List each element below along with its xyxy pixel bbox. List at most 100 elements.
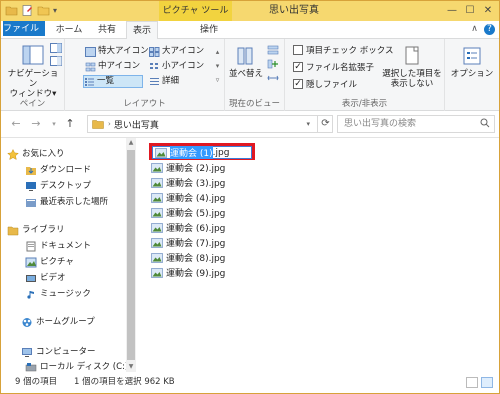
small-icons-icon <box>150 62 158 69</box>
nav-videos-label: ビデオ <box>40 273 66 283</box>
list-item[interactable]: 運動会 (9).jpg <box>151 265 225 280</box>
tab-home[interactable]: ホーム <box>49 21 89 39</box>
address-dropdown-icon[interactable]: ▾ <box>306 120 310 128</box>
group-options: オプション <box>445 39 499 111</box>
address-bar-row: ← → ▾ ↑ › 思い出写真 ▾ ⟳ 思い出写真の検索 <box>1 111 499 138</box>
breadcrumb-separator-icon[interactable]: › <box>108 120 111 128</box>
refresh-icon[interactable]: ⟳ <box>317 115 333 133</box>
folder-icon[interactable] <box>5 4 18 17</box>
layout-extra-large-icons[interactable]: 特大アイコン <box>85 45 149 58</box>
sort-by-label: 並べ替え <box>229 69 264 79</box>
file-extensions-checkbox[interactable]: ✓ <box>293 62 303 72</box>
group-layout-label: レイアウト <box>123 99 166 109</box>
layout-list[interactable]: 一覧 <box>83 75 143 88</box>
rename-selected-text: 運動会 (1) <box>170 146 213 159</box>
nav-pane-scrollbar[interactable]: ▲ ▼ <box>126 138 136 372</box>
preview-pane-icon[interactable] <box>50 43 62 53</box>
file-name: 運動会 (5).jpg <box>166 209 226 219</box>
layout-details-label: 詳細 <box>162 76 180 86</box>
list-item[interactable]: 運動会 (3).jpg <box>151 175 225 190</box>
extra-large-icons-icon <box>85 46 96 57</box>
quick-access-toolbar: ▾ <box>5 4 66 17</box>
group-layout: 特大アイコン 大アイコン 中アイコン 小アイコン 一覧 詳細 ▴ ▾ ▿ レイア… <box>65 39 225 111</box>
navigation-pane: お気に入り ダウンロード デスクトップ 最近表示した場所 ライブラリ ドキュメン… <box>1 138 136 372</box>
details-view-toggle-icon[interactable] <box>466 377 478 388</box>
list-item[interactable]: 運動会 (4).jpg <box>151 190 225 205</box>
large-icons-toggle-icon[interactable] <box>481 377 493 388</box>
pictures-icon <box>25 257 37 267</box>
libraries-icon <box>7 226 19 235</box>
tab-share[interactable]: 共有 <box>91 21 123 39</box>
tab-view[interactable]: 表示 <box>126 21 158 40</box>
list-item[interactable]: 運動会 (8).jpg <box>151 250 225 265</box>
breadcrumb-current[interactable]: 思い出写真 <box>114 118 159 131</box>
search-placeholder: 思い出写真の検索 <box>344 119 417 129</box>
rename-input[interactable]: 運動会 (1) .jpg <box>152 146 252 159</box>
back-arrow-icon[interactable]: ← <box>9 117 23 131</box>
group-by-icon[interactable] <box>267 45 279 55</box>
window-title: 思い出写真 <box>269 5 319 16</box>
qat-dropdown-icon[interactable]: ▾ <box>53 4 66 17</box>
list-item[interactable]: 運動会 (5).jpg <box>151 205 225 220</box>
scroll-thumb[interactable] <box>127 150 135 360</box>
nav-music[interactable]: ミュージック <box>25 286 91 302</box>
close-icon[interactable]: ✕ <box>479 3 497 19</box>
title-bar: ▾ ピクチャ ツール 思い出写真 — ☐ ✕ <box>1 1 499 21</box>
search-input[interactable]: 思い出写真の検索 <box>337 115 495 133</box>
options-icon <box>463 47 481 65</box>
list-item[interactable]: 運動会 (6).jpg <box>151 220 225 235</box>
nav-homegroup[interactable]: ホームグループ <box>21 314 95 330</box>
layout-details[interactable]: 詳細 <box>149 75 179 88</box>
recent-locations-icon[interactable]: ▾ <box>47 117 61 131</box>
nav-recent-places[interactable]: 最近表示した場所 <box>25 194 108 210</box>
search-icon[interactable] <box>480 118 490 128</box>
file-extensions-option[interactable]: ✓ ファイル名拡張子 <box>293 60 374 74</box>
minimize-icon[interactable]: — <box>443 3 461 19</box>
tab-file[interactable]: ファイル <box>3 21 45 36</box>
nav-computer[interactable]: コンピューター <box>21 344 96 360</box>
ribbon-tab-extras: ∧ ? <box>469 24 495 35</box>
image-file-icon <box>151 252 163 263</box>
layout-scroll-arrows[interactable]: ▴ ▾ ▿ <box>213 45 222 89</box>
nav-videos[interactable]: ビデオ <box>25 270 66 286</box>
nav-libraries[interactable]: ライブラリ <box>7 222 65 238</box>
item-checkboxes-option[interactable]: 項目チェック ボックス <box>293 43 393 57</box>
hide-selected-label-2: 表示しない <box>390 79 434 89</box>
scroll-down-icon[interactable]: ▼ <box>126 362 136 372</box>
layout-medium-icons[interactable]: 中アイコン <box>85 60 140 73</box>
maximize-icon[interactable]: ☐ <box>461 3 479 19</box>
sort-by-button[interactable]: 並べ替え <box>229 45 263 79</box>
add-columns-icon[interactable] <box>267 59 279 69</box>
nav-downloads[interactable]: ダウンロード <box>25 162 91 178</box>
options-label: オプション <box>450 69 494 79</box>
file-name: 運動会 (3).jpg <box>166 179 226 189</box>
layout-large-icons[interactable]: 大アイコン <box>149 45 204 58</box>
nav-documents[interactable]: ドキュメント <box>25 238 91 254</box>
nav-favorites[interactable]: お気に入り <box>7 146 65 162</box>
forward-arrow-icon[interactable]: → <box>29 117 43 131</box>
help-icon[interactable]: ? <box>484 24 495 35</box>
properties-icon[interactable] <box>21 4 34 17</box>
address-field[interactable]: › 思い出写真 ▾ <box>87 115 333 133</box>
view-toggles <box>466 377 493 388</box>
nav-desktop[interactable]: デスクトップ <box>25 178 91 194</box>
layout-small-icons[interactable]: 小アイコン <box>149 60 204 73</box>
list-item[interactable]: 運動会 (7).jpg <box>151 235 225 250</box>
hide-selected-items-button[interactable]: 選択した項目を 表示しない <box>381 45 443 89</box>
image-file-icon <box>151 267 163 278</box>
details-pane-icon[interactable] <box>50 56 62 66</box>
options-button[interactable]: オプション <box>447 45 497 79</box>
item-checkboxes-checkbox[interactable] <box>293 45 303 55</box>
list-item[interactable]: 運動会 (2).jpg <box>151 160 225 175</box>
size-columns-icon[interactable] <box>267 73 279 83</box>
nav-pictures[interactable]: ピクチャ <box>25 254 74 270</box>
collapse-ribbon-icon[interactable]: ∧ <box>469 24 480 35</box>
up-arrow-icon[interactable]: ↑ <box>63 117 77 131</box>
hidden-items-checkbox[interactable]: ✓ <box>293 79 303 89</box>
hidden-items-option[interactable]: ✓ 隠しファイル <box>293 77 357 91</box>
explorer-window: ▾ ピクチャ ツール 思い出写真 — ☐ ✕ ファイル ホーム 共有 表示 操作… <box>0 0 500 394</box>
group-show-hide: 項目チェック ボックス ✓ ファイル名拡張子 ✓ 隠しファイル 選択した項目を … <box>285 39 445 111</box>
new-folder-icon[interactable] <box>37 4 50 17</box>
tab-manage[interactable]: 操作 <box>189 21 229 39</box>
scroll-up-icon[interactable]: ▲ <box>126 138 136 148</box>
